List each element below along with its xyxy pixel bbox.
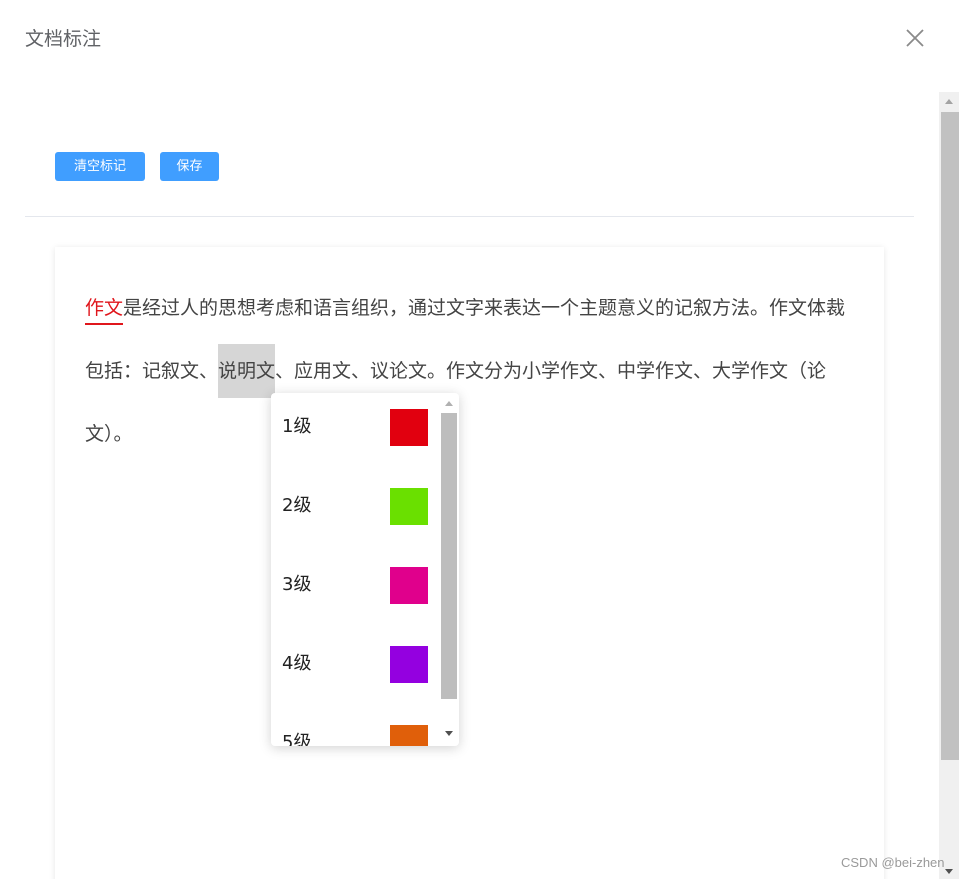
level-label: 3级 <box>282 574 312 595</box>
marked-text[interactable]: 作文 <box>85 297 124 325</box>
dropdown-scrollbar-thumb[interactable] <box>441 413 457 699</box>
level-label: 4级 <box>282 653 312 674</box>
dropdown-scroll-down-icon[interactable] <box>445 731 453 736</box>
document-card: 作文是经过人的思想考虑和语言组织，通过文字来表达一个主题意义的记叙方法。作文体裁… <box>55 247 884 879</box>
page-scroll-down-icon[interactable] <box>945 869 953 874</box>
dialog-title: 文档标注 <box>25 28 102 50</box>
level-color-swatch <box>390 646 428 683</box>
level-option-3[interactable]: 3级 <box>271 551 437 630</box>
level-color-swatch <box>390 409 428 446</box>
document-text[interactable]: 作文是经过人的思想考虑和语言组织，通过文字来表达一个主题意义的记叙方法。作文体裁… <box>85 277 860 466</box>
level-option-5[interactable]: 5级 <box>271 709 437 746</box>
divider <box>25 216 914 217</box>
annotation-dialog: 文档标注 清空标记 保存 作文是经过人的思想考虑和语言组织，通过文字来表达一个主… <box>0 0 959 879</box>
dialog-body: 清空标记 保存 作文是经过人的思想考虑和语言组织，通过文字来表达一个主题意义的记… <box>0 92 959 879</box>
level-option-1[interactable]: 1级 <box>271 393 437 472</box>
dropdown-scroll-up-icon[interactable] <box>445 401 453 406</box>
level-option-2[interactable]: 2级 <box>271 472 437 551</box>
level-option-4[interactable]: 4级 <box>271 630 437 709</box>
clear-marks-button[interactable]: 清空标记 <box>55 152 145 181</box>
level-label: 5级 <box>282 732 312 746</box>
level-color-swatch <box>390 567 428 604</box>
page-scrollbar-thumb[interactable] <box>941 112 959 760</box>
level-dropdown: 1级 2级 3级 4级 5级 <box>271 393 459 746</box>
selected-text[interactable]: 说明文 <box>218 344 276 398</box>
level-label: 1级 <box>282 416 312 437</box>
level-color-swatch <box>390 725 428 746</box>
level-color-swatch <box>390 488 428 525</box>
close-icon[interactable] <box>903 26 927 50</box>
page-scroll-up-icon[interactable] <box>945 99 953 104</box>
level-list: 1级 2级 3级 4级 5级 <box>271 393 437 746</box>
save-button[interactable]: 保存 <box>160 152 219 181</box>
watermark: CSDN @bei-zhen <box>841 855 945 870</box>
level-label: 2级 <box>282 495 312 516</box>
